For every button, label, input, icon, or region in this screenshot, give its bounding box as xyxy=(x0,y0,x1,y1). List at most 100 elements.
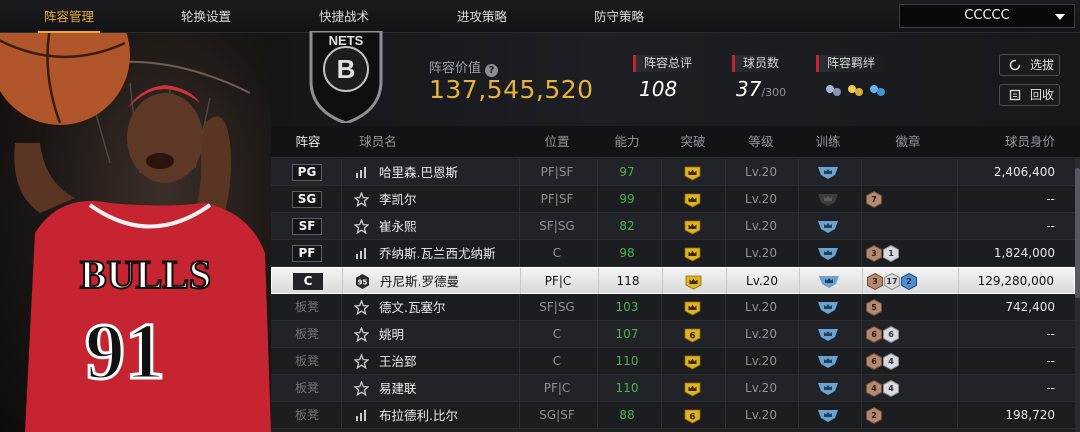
column-divider xyxy=(661,375,662,402)
column-divider xyxy=(661,213,662,240)
player-name-link[interactable]: 哈里森.巴恩斯 xyxy=(379,159,458,186)
breakthrough-level-icon[interactable]: 6 xyxy=(684,408,701,424)
jersey-number-text: 91 xyxy=(85,308,165,396)
training-shield-icon[interactable] xyxy=(818,408,838,423)
column-divider xyxy=(661,240,662,267)
table-row[interactable]: 板凳 布拉德利.比尔 SG|SF 88 6 Lv.20 2 198,720 xyxy=(271,402,1075,429)
column-divider xyxy=(341,159,342,186)
table-row[interactable]: 板凳 易建联 PF|C 110 Lv.20 4 4 -- xyxy=(271,375,1075,402)
header-player-name[interactable]: 球员名 xyxy=(355,126,401,158)
training-shield-icon[interactable] xyxy=(819,274,839,289)
scrollbar-thumb[interactable] xyxy=(1075,168,1080,298)
bond-group-icon xyxy=(826,85,841,96)
tab-rotation-settings[interactable]: 轮换设置 xyxy=(171,0,241,33)
table-row[interactable]: PF 乔纳斯.瓦兰西尤纳斯 C 98 Lv.20 3 1 1,824,000 xyxy=(271,240,1075,267)
player-level: Lv.20 xyxy=(745,408,777,422)
bronze-badge-icon[interactable]: 3 xyxy=(866,245,882,262)
bench-label: 板凳 xyxy=(294,300,319,314)
column-divider xyxy=(798,402,799,429)
breakthrough-level-icon[interactable]: 6 xyxy=(684,327,701,343)
breakthrough-crown-icon[interactable] xyxy=(684,300,701,316)
column-divider xyxy=(341,240,342,267)
table-row[interactable]: C 95 丹尼斯.罗德曼 PF|C 118 Lv.20 3 17 2 129,280,000 xyxy=(271,267,1075,295)
tab-quick-tactics[interactable]: 快捷战术 xyxy=(309,0,379,33)
header-position[interactable]: 位置 xyxy=(529,126,585,158)
tab-lineup-management[interactable]: 阵容管理 xyxy=(34,0,104,33)
silver-badge-icon[interactable]: 6 xyxy=(883,326,899,343)
header-breakthrough[interactable]: 突破 xyxy=(663,126,723,158)
bronze-badge-icon[interactable]: 6 xyxy=(866,353,882,370)
table-row[interactable]: 板凳 王治郅 C 110 Lv.20 6 4 -- xyxy=(271,348,1075,375)
training-shield-icon[interactable] xyxy=(818,246,838,261)
bond-icons[interactable] xyxy=(822,81,892,101)
player-position: PF|C xyxy=(543,381,571,395)
breakthrough-crown-icon[interactable] xyxy=(684,246,701,262)
breakthrough-crown-icon[interactable] xyxy=(684,354,701,370)
player-ability: 88 xyxy=(619,408,635,422)
table-row[interactable]: 板凳 德文.瓦塞尔 SF|SG 103 Lv.20 5 742,400 xyxy=(271,294,1075,321)
table-row[interactable]: PG 哈里森.巴恩斯 PF|SF 97 Lv.20 2,406,400 xyxy=(271,159,1075,186)
training-shield-icon[interactable] xyxy=(818,327,838,342)
silver-badge-icon[interactable]: 17 xyxy=(884,273,900,290)
breakthrough-crown-icon[interactable] xyxy=(684,165,701,181)
header-badges[interactable]: 徽章 xyxy=(881,126,935,158)
header-training[interactable]: 训练 xyxy=(801,126,855,158)
header-lineup[interactable]: 阵容 xyxy=(285,126,331,158)
bond-gold-icon xyxy=(848,85,863,96)
tab-defense-strategy[interactable]: 防守策略 xyxy=(584,0,654,33)
header-salary[interactable]: 球员身价 xyxy=(995,126,1065,158)
player-position: C xyxy=(552,327,562,341)
bronze-badge-icon[interactable]: 5 xyxy=(866,299,882,316)
draft-button[interactable]: 选拔 xyxy=(999,54,1060,76)
player-name-link[interactable]: 王治郅 xyxy=(379,348,417,375)
breakthrough-crown-icon[interactable] xyxy=(685,274,702,290)
player-name-link[interactable]: 德文.瓦塞尔 xyxy=(379,294,445,321)
player-position: C xyxy=(552,354,562,368)
header-ability[interactable]: 能力 xyxy=(597,126,657,158)
bronze-badge-icon[interactable]: 4 xyxy=(866,380,882,397)
silver-badge-icon[interactable]: 4 xyxy=(883,380,899,397)
training-shield-icon[interactable] xyxy=(818,381,838,396)
training-shield-icon[interactable] xyxy=(818,354,838,369)
table-row[interactable]: 板凳 姚明 C 107 6 Lv.20 6 6 -- xyxy=(271,321,1075,348)
players-count: 37/300 xyxy=(736,77,786,101)
breakthrough-crown-icon[interactable] xyxy=(684,381,701,397)
tab-offense-strategy[interactable]: 进攻策略 xyxy=(447,0,517,33)
blue-badge-icon[interactable]: 2 xyxy=(901,273,917,290)
player-name-link[interactable]: 崔永熙 xyxy=(379,213,417,240)
account-select[interactable]: CCCCC xyxy=(899,4,1075,28)
player-name-link[interactable]: 乔纳斯.瓦兰西尤纳斯 xyxy=(379,240,495,267)
silver-badge-icon[interactable]: 1 xyxy=(883,245,899,262)
bronze-badge-icon[interactable]: 3 xyxy=(867,273,883,290)
badge-list: 44 xyxy=(866,380,900,397)
training-shield-icon[interactable] xyxy=(818,192,838,207)
training-shield-icon[interactable] xyxy=(818,165,838,180)
player-salary: -- xyxy=(1046,327,1055,341)
player-name-link[interactable]: 丹尼斯.罗德曼 xyxy=(380,268,459,295)
header-level[interactable]: 等级 xyxy=(729,126,793,158)
bronze-badge-icon[interactable]: 2 xyxy=(866,407,882,424)
breakthrough-crown-icon[interactable] xyxy=(684,192,701,208)
table-scrollbar[interactable] xyxy=(1075,158,1080,432)
player-name-link[interactable]: 姚明 xyxy=(379,321,404,348)
training-shield-icon[interactable] xyxy=(818,300,838,315)
table-row[interactable]: SG 李凯尔 PF|SF 99 Lv.20 7 -- xyxy=(271,186,1075,213)
recycle-button[interactable]: 回收 xyxy=(999,84,1060,106)
player-salary: -- xyxy=(1046,354,1055,368)
recycle-icon xyxy=(1009,89,1021,101)
player-name-link[interactable]: 易建联 xyxy=(379,375,417,402)
table-row[interactable]: SF 崔永熙 SF|SG 82 Lv.20 -- xyxy=(271,213,1075,240)
featured-player-art: BULLS 91 xyxy=(0,33,271,432)
column-divider xyxy=(726,268,727,295)
player-name-link[interactable]: 李凯尔 xyxy=(379,186,417,213)
bronze-badge-icon[interactable]: 7 xyxy=(866,191,882,208)
player-name-link[interactable]: 布拉德利.比尔 xyxy=(379,402,458,429)
column-divider xyxy=(861,375,862,402)
bronze-badge-icon[interactable]: 6 xyxy=(866,326,882,343)
bond-blue-icon xyxy=(870,85,885,96)
bars-icon xyxy=(356,248,366,259)
breakthrough-crown-icon[interactable] xyxy=(684,219,701,235)
svg-text:6: 6 xyxy=(689,332,695,342)
training-shield-icon[interactable] xyxy=(818,219,838,234)
silver-badge-icon[interactable]: 4 xyxy=(883,353,899,370)
